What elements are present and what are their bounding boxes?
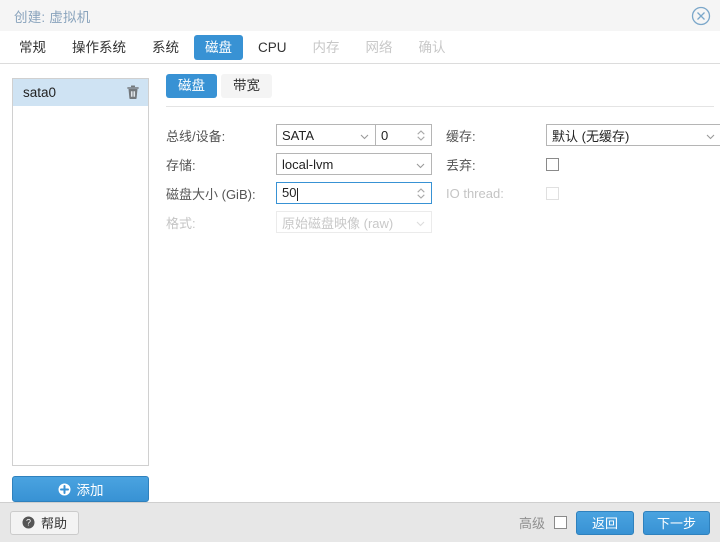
- tab-network: 网络: [355, 35, 404, 60]
- text-cursor: [297, 187, 299, 201]
- chevron-down-icon: [705, 130, 716, 141]
- storage-select-value: local-lvm: [282, 156, 334, 172]
- subtab-disk[interactable]: 磁盘: [166, 74, 217, 98]
- storage-label: 存储:: [166, 157, 196, 173]
- field-io-thread: IO thread:: [446, 179, 720, 208]
- disk-settings-panel: 磁盘 带宽 总线/设备: SATA 0 存储: local-lvm 磁盘大小 (…: [166, 74, 720, 502]
- next-button-label: 下一步: [656, 516, 696, 531]
- discard-label: 丢弃:: [446, 157, 476, 173]
- disk-subtab-bar: 磁盘 带宽: [166, 74, 714, 107]
- bus-select-value: SATA: [282, 127, 315, 143]
- field-cache: 缓存: 默认 (无缓存): [446, 121, 720, 150]
- tab-label: 确认: [418, 39, 446, 55]
- tab-memory: 内存: [302, 35, 351, 60]
- device-index-value: 0: [381, 127, 389, 143]
- create-vm-dialog: 创建: 虚拟机 常规 操作系统 系统 磁盘 CPU 内存 网络 确认 sata0: [0, 0, 720, 542]
- next-button[interactable]: 下一步: [642, 510, 710, 535]
- tab-confirm: 确认: [408, 35, 457, 60]
- list-item[interactable]: sata0: [13, 79, 148, 106]
- format-select-value: 原始磁盘映像 (raw): [282, 215, 394, 231]
- form-column-right: 缓存: 默认 (无缓存) 丢弃: IO thread:: [438, 121, 720, 237]
- format-select: 原始磁盘映像 (raw): [276, 211, 432, 233]
- tab-label: CPU: [258, 39, 287, 55]
- tab-os[interactable]: 操作系统: [61, 35, 137, 60]
- field-bus-device: 总线/设备: SATA 0: [166, 121, 438, 150]
- device-list: sata0: [12, 78, 149, 466]
- dialog-title: 创建: 虚拟机: [14, 9, 91, 25]
- cache-label: 缓存:: [446, 128, 476, 144]
- wizard-tab-bar: 常规 操作系统 系统 磁盘 CPU 内存 网络 确认: [0, 32, 720, 64]
- chevron-down-icon: [359, 130, 370, 141]
- bus-device-label: 总线/设备:: [166, 128, 226, 144]
- field-storage: 存储: local-lvm: [166, 150, 438, 179]
- help-button-label: 帮助: [41, 516, 68, 531]
- device-name: sata0: [23, 85, 57, 100]
- device-index-stepper[interactable]: 0: [376, 124, 432, 146]
- advanced-checkbox[interactable]: [553, 516, 567, 529]
- tab-general[interactable]: 常规: [8, 35, 57, 60]
- back-button[interactable]: 返回: [575, 510, 634, 535]
- field-discard: 丢弃:: [446, 150, 720, 179]
- subtab-bandwidth[interactable]: 带宽: [221, 74, 272, 98]
- io-thread-checkbox: [546, 186, 559, 200]
- disk-size-input[interactable]: 50: [276, 182, 432, 204]
- discard-checkbox[interactable]: [546, 157, 559, 171]
- tab-label: 内存: [312, 39, 340, 55]
- plus-circle-icon: [58, 483, 71, 496]
- device-list-panel: sata0 添加: [12, 78, 149, 502]
- subtab-label: 磁盘: [178, 78, 205, 93]
- back-button-label: 返回: [591, 516, 618, 531]
- format-label: 格式:: [166, 215, 196, 231]
- tab-label: 系统: [152, 39, 179, 55]
- spinner-arrows-icon[interactable]: [416, 129, 426, 142]
- subtab-label: 带宽: [233, 78, 260, 93]
- storage-select[interactable]: local-lvm: [276, 153, 432, 175]
- add-button-label: 添加: [76, 483, 104, 498]
- question-circle-icon: ?: [22, 516, 35, 529]
- tab-system[interactable]: 系统: [141, 35, 190, 60]
- cache-select[interactable]: 默认 (无缓存): [546, 124, 720, 146]
- spinner-arrows-icon[interactable]: [416, 187, 426, 200]
- disk-size-value: 50: [282, 185, 297, 201]
- dialog-footer: ? 帮助 高级 返回 下一步: [0, 502, 720, 542]
- help-button[interactable]: ? 帮助: [10, 510, 80, 535]
- tab-cpu[interactable]: CPU: [247, 35, 298, 60]
- bus-select[interactable]: SATA: [276, 124, 376, 146]
- tab-label: 操作系统: [72, 39, 126, 55]
- dialog-body: sata0 添加 磁盘 带宽 总线/设备: SATA 0 存储: local-l…: [0, 64, 720, 502]
- cache-select-value: 默认 (无缓存): [552, 128, 630, 144]
- svg-text:?: ?: [26, 518, 31, 528]
- tab-label: 磁盘: [205, 39, 232, 55]
- field-format: 格式: 原始磁盘映像 (raw): [166, 208, 438, 237]
- close-circle-icon[interactable]: [690, 5, 712, 27]
- dialog-titlebar: 创建: 虚拟机: [0, 0, 720, 32]
- footer-actions: 高级 返回 下一步: [518, 510, 710, 535]
- chevron-down-icon: [415, 217, 426, 228]
- chevron-down-icon: [415, 159, 426, 170]
- io-thread-label: IO thread:: [446, 185, 504, 201]
- trash-icon[interactable]: [126, 85, 140, 100]
- tab-disks[interactable]: 磁盘: [194, 35, 243, 60]
- disk-form: 总线/设备: SATA 0 存储: local-lvm 磁盘大小 (GiB): …: [166, 107, 720, 237]
- tab-label: 常规: [19, 39, 46, 55]
- advanced-label: 高级: [518, 516, 545, 531]
- tab-label: 网络: [365, 39, 393, 55]
- add-button[interactable]: 添加: [12, 476, 149, 502]
- form-column-left: 总线/设备: SATA 0 存储: local-lvm 磁盘大小 (GiB): …: [166, 121, 438, 237]
- field-disk-size: 磁盘大小 (GiB): 50: [166, 179, 438, 208]
- disk-size-label: 磁盘大小 (GiB):: [166, 186, 256, 202]
